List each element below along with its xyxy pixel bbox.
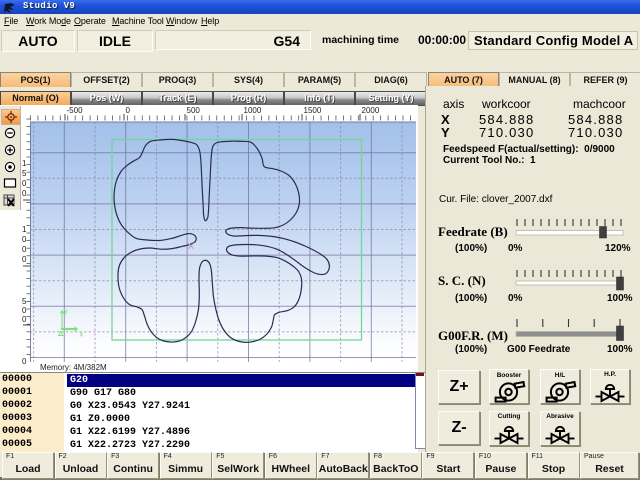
svg-text:0: 0: [126, 106, 131, 115]
svg-text:1: 1: [22, 225, 27, 234]
svg-text:2000: 2000: [362, 106, 380, 115]
svg-text:1000: 1000: [244, 106, 262, 115]
svg-text:1: 1: [22, 159, 27, 168]
svg-text:y: y: [64, 306, 68, 315]
svg-text:5: 5: [22, 169, 27, 178]
svg-text:1500: 1500: [304, 106, 322, 115]
svg-text:5: 5: [22, 297, 27, 306]
svg-text:0: 0: [22, 245, 27, 254]
svg-text:0: 0: [22, 306, 27, 315]
svg-text:0: 0: [22, 315, 27, 324]
svg-text:0: 0: [22, 357, 27, 365]
svg-text:0: 0: [22, 189, 27, 198]
svg-text:0: 0: [22, 179, 27, 188]
svg-text:-500: -500: [67, 106, 84, 115]
svg-text:0: 0: [22, 255, 27, 264]
svg-text:0: 0: [22, 235, 27, 244]
svg-text:x: x: [80, 330, 84, 339]
svg-text:500: 500: [187, 106, 201, 115]
